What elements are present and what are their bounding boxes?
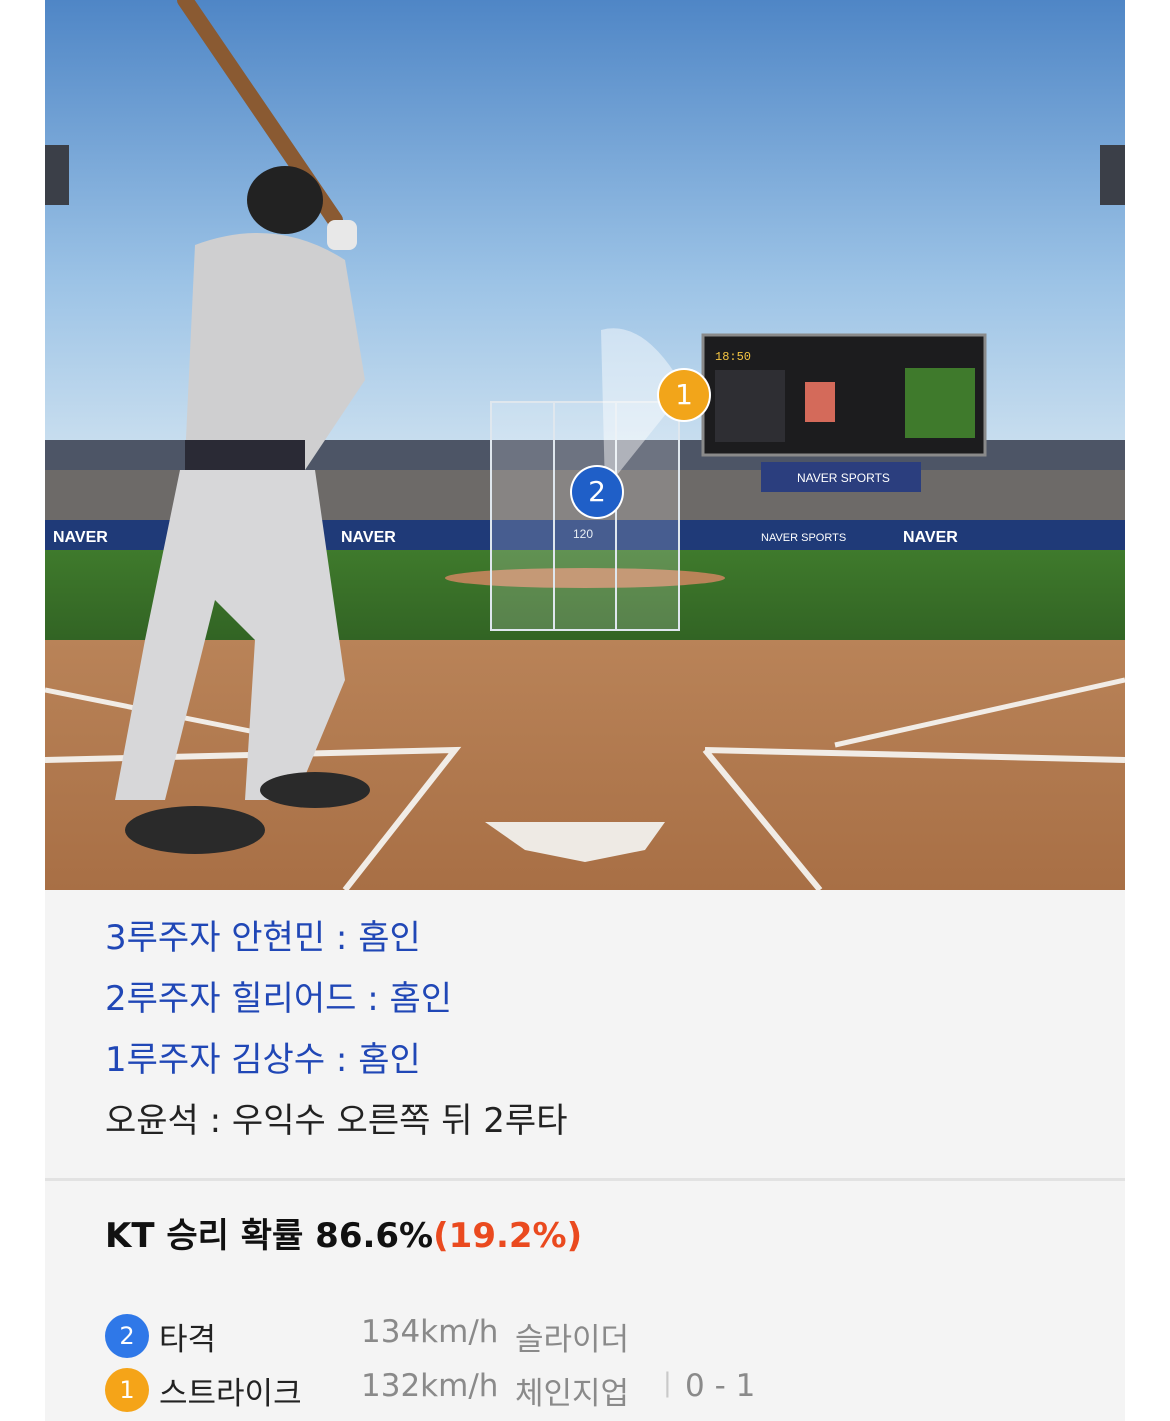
pitch-marker-2: 2 — [572, 467, 622, 517]
wall-ad-sports: NAVER SPORTS — [761, 532, 846, 544]
pitch-number-badge: 1 — [105, 1368, 149, 1412]
wall-ad-1: NAVER — [53, 529, 108, 546]
pitch-marker-1: 1 — [659, 370, 709, 420]
pitch-result: 스트라이크 — [159, 1376, 302, 1412]
count-separator: | — [663, 1368, 672, 1398]
win-probability-label: KT 승리 확률 86.6% — [105, 1216, 434, 1256]
relay-card: NAVER NAVER NAVER NAVER SPORTS 18:50 NAV… — [45, 0, 1125, 1421]
pitch-visualization: NAVER NAVER NAVER NAVER SPORTS 18:50 NAV… — [45, 0, 1125, 890]
pitch-count: 0 - 1 — [685, 1368, 756, 1404]
win-probability-delta: (19.2%) — [433, 1216, 583, 1256]
play-item: 2루주자 힐리어드 : 홈인 — [105, 979, 453, 1019]
pitch-result: 타격 — [159, 1322, 217, 1358]
play-item: 오윤석 : 우익수 오른쪽 뒤 2루타 — [105, 1101, 568, 1141]
pitch-kind: 체인지업 — [515, 1376, 630, 1412]
sports-banner-text: NAVER SPORTS — [797, 471, 890, 485]
play-item: 3루주자 안현민 : 홈인 — [105, 918, 421, 958]
play-item: 1루주자 김상수 : 홈인 — [105, 1040, 421, 1080]
pitch-kind: 슬라이더 — [515, 1322, 630, 1358]
wall-ad-2: NAVER — [341, 529, 396, 546]
play-list: 3루주자 안현민 : 홈인 2루주자 힐리어드 : 홈인 1루주자 김상수 : … — [105, 915, 567, 1159]
pitch-speed: 134km/h — [361, 1314, 499, 1350]
pitch-number-badge: 2 — [105, 1314, 149, 1358]
zone-speed-label: 120 — [573, 527, 593, 541]
divider — [45, 1178, 1125, 1181]
win-probability: KT 승리 확률 86.6%(19.2%) — [105, 1208, 582, 1257]
pitch-speed: 132km/h — [361, 1368, 499, 1404]
scoreboard-time: 18:50 — [715, 350, 751, 364]
wall-ad-3: NAVER — [903, 529, 958, 546]
stadium-scene: NAVER NAVER NAVER NAVER SPORTS 18:50 NAV… — [45, 0, 1125, 890]
strike-zone — [490, 401, 680, 631]
